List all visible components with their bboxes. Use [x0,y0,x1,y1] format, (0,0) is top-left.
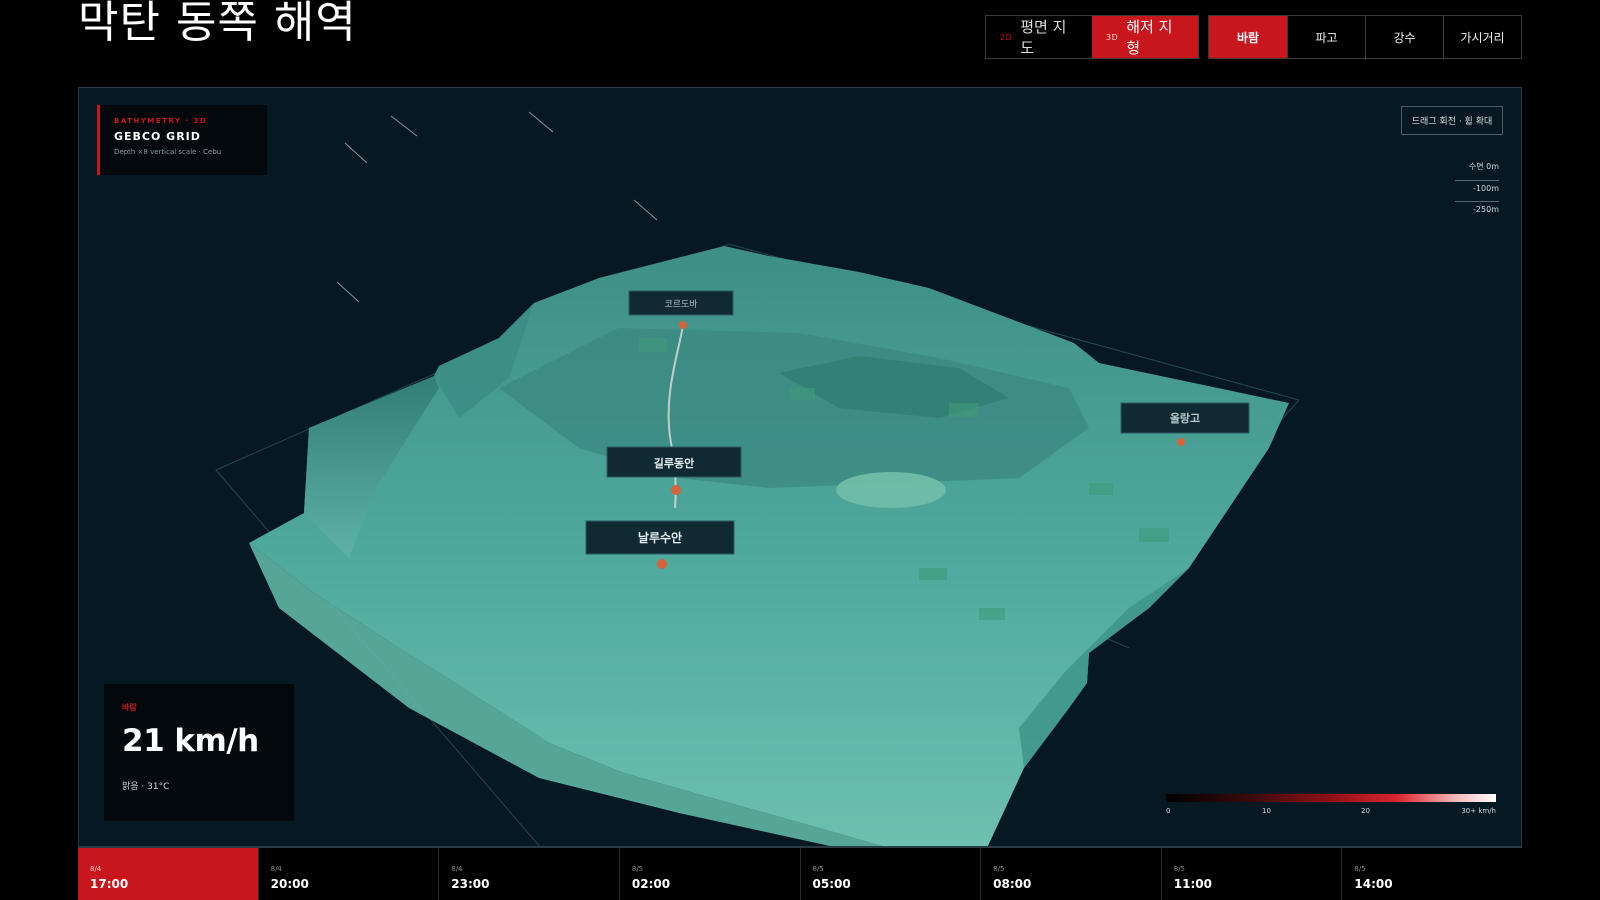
wind-speed-value: 21 km/h [122,723,259,759]
terrain-render[interactable]: 코르도바 길루동안 날루수안 올랑고 [79,88,1522,847]
scale-tick-10: 10 [1262,807,1271,815]
time-slot[interactable]: 8/4 23:00 [438,848,619,900]
time-slot-date: 8/5 [631,865,644,873]
depth-legend-surface: 수면 0m [1455,158,1499,181]
time-slot-date: 8/5 [1173,865,1186,873]
wind-kicker: 바람 [122,703,137,712]
forecast-timeline: 8/4 17:00 8/4 20:00 8/4 23:00 8/5 02:00 … [78,847,1522,900]
source-title: GEBCO GRID [114,130,201,143]
scale-tick-0: 0 [1166,807,1171,815]
view-2d-label: 평면 지도 [1020,18,1067,57]
time-slot[interactable]: 8/4 20:00 [257,848,439,900]
time-slot[interactable]: 8/5 08:00 [980,848,1161,900]
view-3d-button[interactable]: 3D 해저 지형 [1092,16,1198,58]
time-slot-hour: 05:00 [812,877,851,891]
marker-label-nalusuan: 날루수안 [638,530,682,545]
wind-color-scale: 0 10 20 30+ km/h [1166,794,1496,821]
terrain-3d-viewport[interactable]: 코르도바 길루동안 날루수안 올랑고 BATHYMETRY · 3D GEBCO… [78,87,1522,847]
scale-gradient-bar [1166,794,1496,802]
time-slot[interactable]: 8/5 14:00 [1341,848,1522,900]
scale-tick-20: 20 [1361,807,1370,815]
source-subtitle: Depth ×8 vertical scale · Cebu [114,148,222,156]
scale-ticks: 0 10 20 30+ km/h [1166,807,1496,821]
time-slot-hour: 02:00 [631,877,671,891]
depth-legend-100: -100m [1455,181,1499,202]
depth-legend: 수면 0m -100m -250m [1455,158,1499,222]
marker-label-olango: 올랑고 [1170,412,1200,425]
time-slot-hour: 08:00 [993,877,1032,891]
terrain-surface [249,246,1289,846]
tab-precipitation[interactable]: 강수 [1365,16,1443,58]
marker-label-gilutongan: 길루동안 [654,456,694,470]
depth-legend-250: -250m [1473,205,1499,214]
time-slot[interactable]: 8/5 02:00 [618,848,800,900]
view-2d-button[interactable]: 2D 평면 지도 [986,16,1092,58]
time-slot[interactable]: 8/5 05:00 [799,848,981,900]
view-3d-label: 해저 지형 [1126,18,1173,57]
weather-condition: 맑음 · 31°C [122,782,170,792]
time-slot-hour: 11:00 [1173,877,1212,891]
tab-wave-height[interactable]: 파고 [1287,16,1365,58]
time-slot-hour: 14:00 [1354,877,1393,891]
source-kicker: BATHYMETRY · 3D [114,117,208,125]
time-slot[interactable]: 8/4 17:00 [78,848,258,900]
page-title: 막탄 동쪽 해역 [78,0,357,48]
tab-wind[interactable]: 바람 [1209,16,1287,58]
time-slot-date: 8/5 [812,865,824,873]
time-slot-date: 8/5 [1354,865,1366,873]
time-slot-hour: 20:00 [270,877,309,891]
view-3d-tag: 3D [1106,32,1119,42]
time-slot-date: 8/5 [993,865,1005,873]
time-slot-hour: 17:00 [90,877,129,891]
layer-tabs: 바람 파고 강수 가시거리 [1208,15,1522,59]
wind-summary-card: 바람 21 km/h 맑음 · 31°C [104,684,294,821]
time-slot[interactable]: 8/5 11:00 [1160,848,1342,900]
time-slot-date: 8/4 [90,865,102,873]
time-slot-date: 8/4 [270,865,282,873]
tab-visibility[interactable]: 가시거리 [1443,16,1521,58]
view-2d-tag: 2D [1000,32,1013,42]
scale-tick-30: 30+ km/h [1461,807,1496,815]
view-mode-toggle: 2D 평면 지도 3D 해저 지형 [985,15,1199,59]
time-slot-date: 8/4 [451,865,463,873]
rotate-zoom-hint[interactable]: 드래그 회전 · 휠 확대 [1401,106,1503,135]
data-source-card: BATHYMETRY · 3D GEBCO GRID Depth ×8 vert… [97,105,267,175]
time-slot-hour: 23:00 [451,877,490,891]
marker-label-cordova: 코르도바 [664,299,698,310]
